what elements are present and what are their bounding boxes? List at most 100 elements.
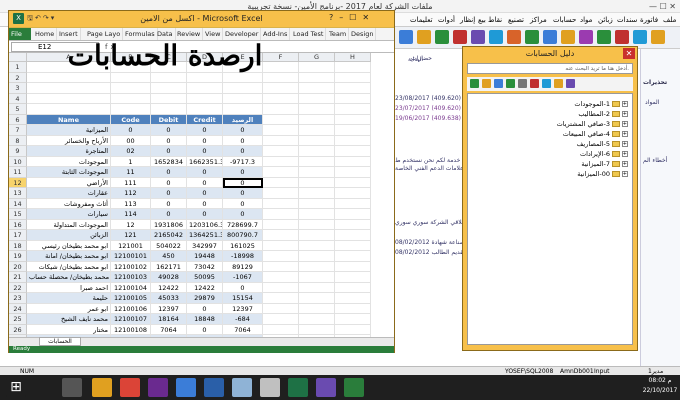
toolbar-icon[interactable] (561, 30, 575, 44)
cell[interactable]: عقارات (27, 188, 111, 199)
cell[interactable]: 342997 (187, 240, 223, 251)
cell[interactable]: Credit (187, 114, 223, 125)
cell[interactable]: 12100104 (111, 282, 151, 293)
cell[interactable]: 161025 (223, 240, 263, 251)
cell[interactable]: ابو عمر (27, 303, 111, 314)
cell[interactable]: 1931806 (151, 219, 187, 230)
cell[interactable] (263, 72, 299, 83)
cell[interactable] (187, 93, 223, 104)
cell[interactable]: 111 (111, 177, 151, 188)
menu-help[interactable]: تعليمات (410, 13, 433, 27)
date-link[interactable]: 19/06/2017 (409.638) (395, 115, 461, 122)
cell[interactable]: ابو محمد بطيخان/ محصلة حساب (27, 272, 111, 283)
row-header[interactable]: 9 (9, 146, 27, 157)
toolbar-icon[interactable] (543, 30, 557, 44)
add-icon[interactable] (470, 79, 479, 88)
cell[interactable]: احمد صبرا (27, 282, 111, 293)
cell[interactable]: 29879 (187, 293, 223, 304)
cell[interactable]: 1662351.3 (187, 156, 223, 167)
cell[interactable]: 12397 (223, 303, 263, 314)
row-header[interactable]: 6 (9, 114, 27, 125)
vs-icon[interactable] (148, 378, 168, 397)
column-header[interactable]: H (335, 53, 371, 62)
cell[interactable] (299, 125, 335, 136)
tree-item[interactable]: +5-المصاريف (577, 140, 628, 149)
cell[interactable] (263, 240, 299, 251)
cell[interactable] (263, 167, 299, 178)
cell[interactable]: Name (27, 114, 111, 125)
cell[interactable] (299, 114, 335, 125)
cell[interactable] (299, 324, 335, 335)
toolbar-icon[interactable] (651, 30, 665, 44)
cell[interactable] (263, 272, 299, 283)
menu-accounts[interactable]: حسابات (553, 13, 576, 27)
date-link[interactable]: 23/08/2017 (409.620) (395, 95, 461, 102)
cell[interactable]: 504022 (151, 240, 187, 251)
row-header[interactable]: 25 (9, 314, 27, 325)
cell[interactable] (299, 314, 335, 325)
cell[interactable]: 7064 (151, 324, 187, 335)
row-header[interactable]: 8 (9, 135, 27, 146)
cell[interactable]: 02 (111, 146, 151, 157)
cell[interactable] (299, 240, 335, 251)
row-header[interactable]: 4 (9, 93, 27, 104)
cell[interactable] (299, 62, 335, 73)
cell[interactable]: 0 (151, 188, 187, 199)
cell[interactable]: -684 (223, 314, 263, 325)
cell[interactable] (263, 219, 299, 230)
row-header[interactable]: 11 (9, 167, 27, 178)
cell[interactable]: 0 (223, 177, 263, 188)
cell[interactable] (187, 83, 223, 94)
cell[interactable] (299, 83, 335, 94)
cell[interactable]: 0 (151, 135, 187, 146)
cell[interactable] (263, 83, 299, 94)
row-header[interactable]: 10 (9, 156, 27, 167)
column-header[interactable]: G (299, 53, 335, 62)
tree-item[interactable]: +2-المطاليب (578, 110, 628, 119)
cell[interactable] (335, 93, 371, 104)
cell[interactable] (263, 293, 299, 304)
cell[interactable] (299, 219, 335, 230)
cell[interactable] (263, 156, 299, 167)
cell[interactable]: 73042 (187, 261, 223, 272)
menu-materials[interactable]: مواد (580, 13, 592, 27)
cell[interactable]: 121001 (111, 240, 151, 251)
cell[interactable] (335, 209, 371, 220)
cell[interactable] (335, 177, 371, 188)
cell[interactable]: 12100108 (111, 324, 151, 335)
cell[interactable]: ابو محمد بطيخان/ امانة (27, 251, 111, 262)
close-icon[interactable]: ✕ (623, 48, 635, 59)
news-snippet[interactable]: انطلاقي الشركة سوري سوري (395, 219, 470, 226)
app-icon[interactable] (260, 378, 280, 397)
cell[interactable] (27, 104, 111, 115)
cell[interactable]: 0 (223, 188, 263, 199)
cell[interactable]: 2165042 (151, 230, 187, 241)
cell[interactable] (263, 93, 299, 104)
cell[interactable]: 0 (187, 188, 223, 199)
cell[interactable] (335, 146, 371, 157)
cell[interactable]: 0 (187, 167, 223, 178)
cell[interactable] (263, 198, 299, 209)
cell[interactable] (299, 135, 335, 146)
cell[interactable] (299, 93, 335, 104)
cell[interactable] (263, 188, 299, 199)
cell[interactable]: 7064 (223, 324, 263, 335)
cell[interactable]: 728699.7 (223, 219, 263, 230)
row-header[interactable]: 14 (9, 198, 27, 209)
app-icon[interactable] (316, 378, 336, 397)
menu-tools[interactable]: أدوات (438, 13, 455, 27)
cell[interactable] (27, 93, 111, 104)
cell[interactable] (263, 314, 299, 325)
cell[interactable]: 12422 (151, 282, 187, 293)
row-header[interactable]: 20 (9, 261, 27, 272)
cell[interactable]: 45033 (151, 293, 187, 304)
cell[interactable] (299, 156, 335, 167)
cell[interactable]: 0 (223, 198, 263, 209)
cell[interactable] (299, 167, 335, 178)
cell[interactable] (299, 282, 335, 293)
cell[interactable]: 0 (223, 135, 263, 146)
cell[interactable] (299, 198, 335, 209)
cell[interactable]: 0 (187, 146, 223, 157)
cell[interactable]: 89129 (223, 261, 263, 272)
news-snippet[interactable]: التقديم الطالب 08/02/2012 (395, 249, 469, 256)
